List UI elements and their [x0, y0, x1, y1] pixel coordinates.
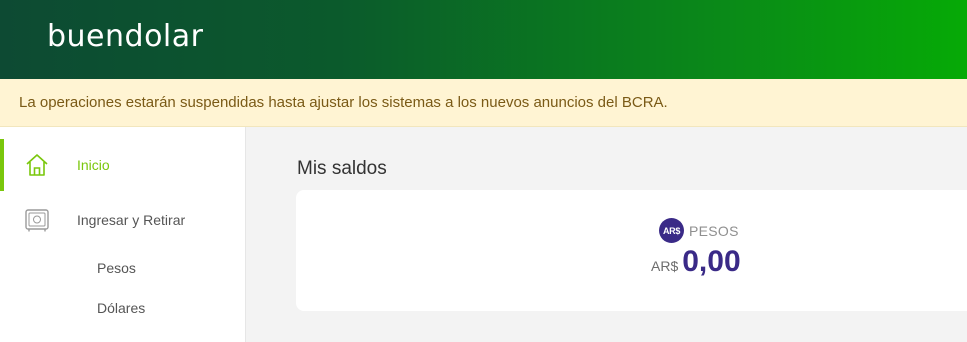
currency-header: AR$ PESOS: [659, 218, 739, 243]
safe-icon: [25, 209, 49, 232]
top-header: buendolar: [0, 0, 967, 79]
home-icon: [26, 154, 48, 176]
balance-amount: AR$ 0,00: [651, 245, 741, 279]
sidebar-subitem-dolares[interactable]: Dólares: [0, 291, 246, 325]
sidebar-item-label: Inicio: [77, 157, 110, 173]
notice-text: La operaciones estarán suspendidas hasta…: [19, 94, 668, 111]
page-title: Mis saldos: [297, 158, 387, 179]
notice-banner: La operaciones estarán suspendidas hasta…: [0, 79, 967, 127]
sidebar-item-ingresar-retirar[interactable]: Ingresar y Retirar: [0, 197, 246, 243]
sidebar-subitem-label: Dólares: [97, 300, 146, 316]
ars-currency-icon: AR$: [659, 218, 684, 243]
amount-value: 0,00: [682, 245, 741, 278]
amount-currency-prefix: AR$: [651, 258, 679, 274]
buendolar-logo[interactable]: buendolar: [47, 19, 203, 54]
sidebar-subitem-pesos[interactable]: Pesos: [0, 251, 246, 285]
balance-card[interactable]: AR$ PESOS AR$ 0,00: [296, 190, 967, 311]
main-content: Mis saldos AR$ PESOS AR$ 0,00: [247, 127, 967, 342]
currency-name: PESOS: [689, 222, 739, 239]
sidebar-item-label: Ingresar y Retirar: [77, 212, 186, 228]
sidebar-subitem-label: Pesos: [97, 260, 136, 276]
sidebar-item-inicio[interactable]: Inicio: [0, 139, 246, 191]
sidebar: Inicio Ingresar y Retirar Pesos Dólares: [0, 127, 246, 342]
